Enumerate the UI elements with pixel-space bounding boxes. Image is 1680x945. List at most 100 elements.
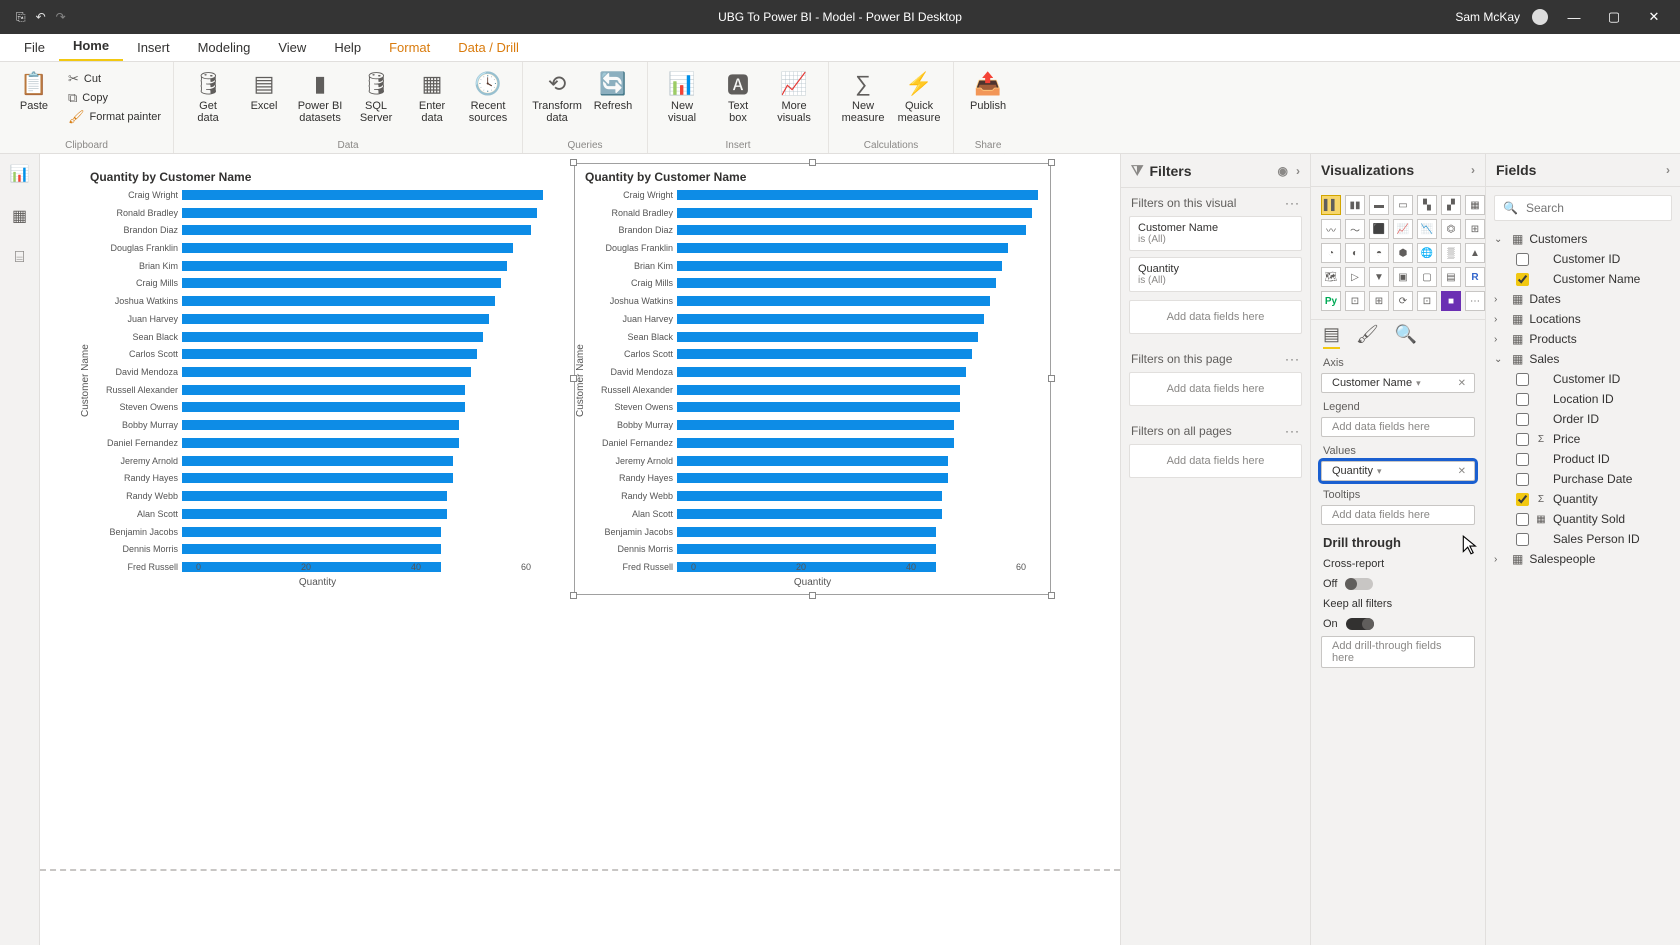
menu-home[interactable]: Home [59,34,123,61]
viz-type-icon[interactable]: ▚ [1417,195,1437,215]
viz-type-icon[interactable]: ⊞ [1465,219,1485,239]
viz-type-icon[interactable]: ■ [1441,291,1461,311]
viz-type-icon[interactable]: ▬ [1369,195,1389,215]
format-tab-icon[interactable]: 🖌 [1356,324,1379,349]
viz-type-icon[interactable]: R [1465,267,1485,287]
field-row[interactable]: Product ID [1490,449,1676,469]
field-row[interactable]: Location ID [1490,389,1676,409]
viz-type-icon[interactable]: ▭ [1393,195,1413,215]
collapse-icon[interactable]: › [1666,163,1670,177]
filter-card[interactable]: Quantityis (All) [1129,257,1302,292]
maximize-button[interactable]: ▢ [1600,9,1628,25]
field-row[interactable]: ▦Quantity Sold [1490,509,1676,529]
menu-insert[interactable]: Insert [123,36,184,61]
table-row[interactable]: ›▦Salespeople [1490,549,1676,569]
field-row[interactable]: Customer Name [1490,269,1676,289]
more-icon[interactable]: ··· [1285,196,1300,210]
more-visuals-button[interactable]: 📈More visuals [770,66,818,124]
tooltips-dropwell[interactable]: Add data fields here [1321,505,1475,525]
field-row[interactable]: Purchase Date [1490,469,1676,489]
field-checkbox[interactable] [1516,373,1529,386]
viz-type-icon[interactable]: ▌▌ [1321,195,1341,215]
collapse-icon[interactable]: › [1296,164,1300,178]
autosave-icon[interactable]: ⎘ [16,10,26,25]
publish-button[interactable]: 📤Publish [964,66,1012,112]
bar-chart-visual[interactable]: ⧩⛶···Quantity by Customer NameCustomer N… [575,164,1050,594]
get-data-button[interactable]: 🛢Get data [184,66,232,124]
add-filter-page[interactable]: Add data fields here [1129,372,1302,406]
viz-type-icon[interactable]: ⋯ [1465,291,1485,311]
viz-type-icon[interactable]: ⏣ [1441,219,1461,239]
paste-button[interactable]: 📋Paste [10,66,58,112]
transform-data-button[interactable]: ⟲Transform data [533,66,581,124]
viz-type-icon[interactable]: ▢ [1417,267,1437,287]
more-icon[interactable]: ··· [1285,352,1300,366]
menu-view[interactable]: View [264,36,320,61]
drill-through-dropwell[interactable]: Add drill-through fields here [1321,636,1475,668]
chevron-down-icon[interactable]: ▾ [1412,378,1425,389]
menu-file[interactable]: File [10,36,59,61]
field-checkbox[interactable] [1516,533,1529,546]
filter-card[interactable]: Customer Nameis (All) [1129,216,1302,251]
report-view-button[interactable]: 📊 [8,162,32,186]
chevron-down-icon[interactable]: ▾ [1373,466,1386,477]
keep-filters-toggle[interactable] [1346,618,1374,630]
collapse-icon[interactable]: › [1471,163,1475,177]
field-checkbox[interactable] [1516,453,1529,466]
eye-icon[interactable]: ◉ [1278,164,1288,178]
recent-sources-button[interactable]: 🕓Recent sources [464,66,512,124]
menu-format[interactable]: Format [375,36,444,61]
field-row[interactable]: Order ID [1490,409,1676,429]
field-checkbox[interactable] [1516,473,1529,486]
menu-modeling[interactable]: Modeling [184,36,265,61]
visualizations-header[interactable]: Visualizations› [1311,154,1485,187]
excel-button[interactable]: ▤Excel [240,66,288,112]
axis-field-pill[interactable]: Customer Name▾✕ [1321,373,1475,393]
value-field-pill[interactable]: Quantity▾✕ [1321,461,1475,481]
viz-type-icon[interactable]: 📉 [1417,219,1437,239]
viz-type-icon[interactable]: ⊡ [1417,291,1437,311]
redo-icon[interactable]: ↷ [56,10,66,25]
cross-report-toggle[interactable] [1345,578,1373,590]
model-view-button[interactable]: ⌸ [8,246,32,270]
viz-type-icon[interactable]: 🗺 [1321,267,1341,287]
user-name[interactable]: Sam McKay [1455,10,1520,24]
fields-tab-icon[interactable]: ▤ [1323,324,1340,349]
viz-type-icon[interactable]: 🌐 [1417,243,1437,263]
table-row[interactable]: ›▦Products [1490,329,1676,349]
more-icon[interactable]: ··· [1285,424,1300,438]
enter-data-button[interactable]: ▦Enter data [408,66,456,124]
menu-data-drill[interactable]: Data / Drill [444,36,533,61]
fields-search-input[interactable] [1524,200,1680,216]
copy-button[interactable]: ⧉Copy [66,89,163,107]
field-checkbox[interactable] [1516,513,1529,526]
viz-type-icon[interactable]: 〜 [1345,219,1365,239]
focus-icon[interactable]: ⛶ [1018,154,1027,158]
sql-server-button[interactable]: 🛢SQL Server [352,66,400,124]
menu-help[interactable]: Help [320,36,375,61]
viz-type-icon[interactable]: ⟳ [1393,291,1413,311]
viz-type-icon[interactable]: 📈 [1393,219,1413,239]
user-avatar[interactable] [1532,9,1548,25]
remove-icon[interactable]: ✕ [1452,466,1466,477]
field-checkbox[interactable] [1516,273,1529,286]
viz-type-icon[interactable]: ⬢ [1393,243,1413,263]
add-filter-visual[interactable]: Add data fields here [1129,300,1302,334]
data-view-button[interactable]: ▦ [8,204,32,228]
remove-icon[interactable]: ✕ [1452,378,1466,389]
cut-button[interactable]: ✂Cut [66,70,163,88]
table-row[interactable]: ⌄▦Customers [1490,229,1676,249]
field-row[interactable]: Sales Person ID [1490,529,1676,549]
more-icon[interactable]: ··· [1035,154,1048,158]
viz-type-icon[interactable]: ▞ [1441,195,1461,215]
viz-type-icon[interactable]: ▼ [1369,267,1389,287]
new-visual-button[interactable]: 📊New visual [658,66,706,124]
field-row[interactable]: Customer ID [1490,369,1676,389]
field-row[interactable]: ΣQuantity [1490,489,1676,509]
viz-type-icon[interactable]: ▷ [1345,267,1365,287]
format-painter-button[interactable]: 🖌Format painter [66,108,163,126]
table-row[interactable]: ⌄▦Sales [1490,349,1676,369]
quick-measure-button[interactable]: ⚡Quick measure [895,66,943,124]
viz-type-icon[interactable]: ◔ [1321,243,1341,263]
legend-dropwell[interactable]: Add data fields here [1321,417,1475,437]
